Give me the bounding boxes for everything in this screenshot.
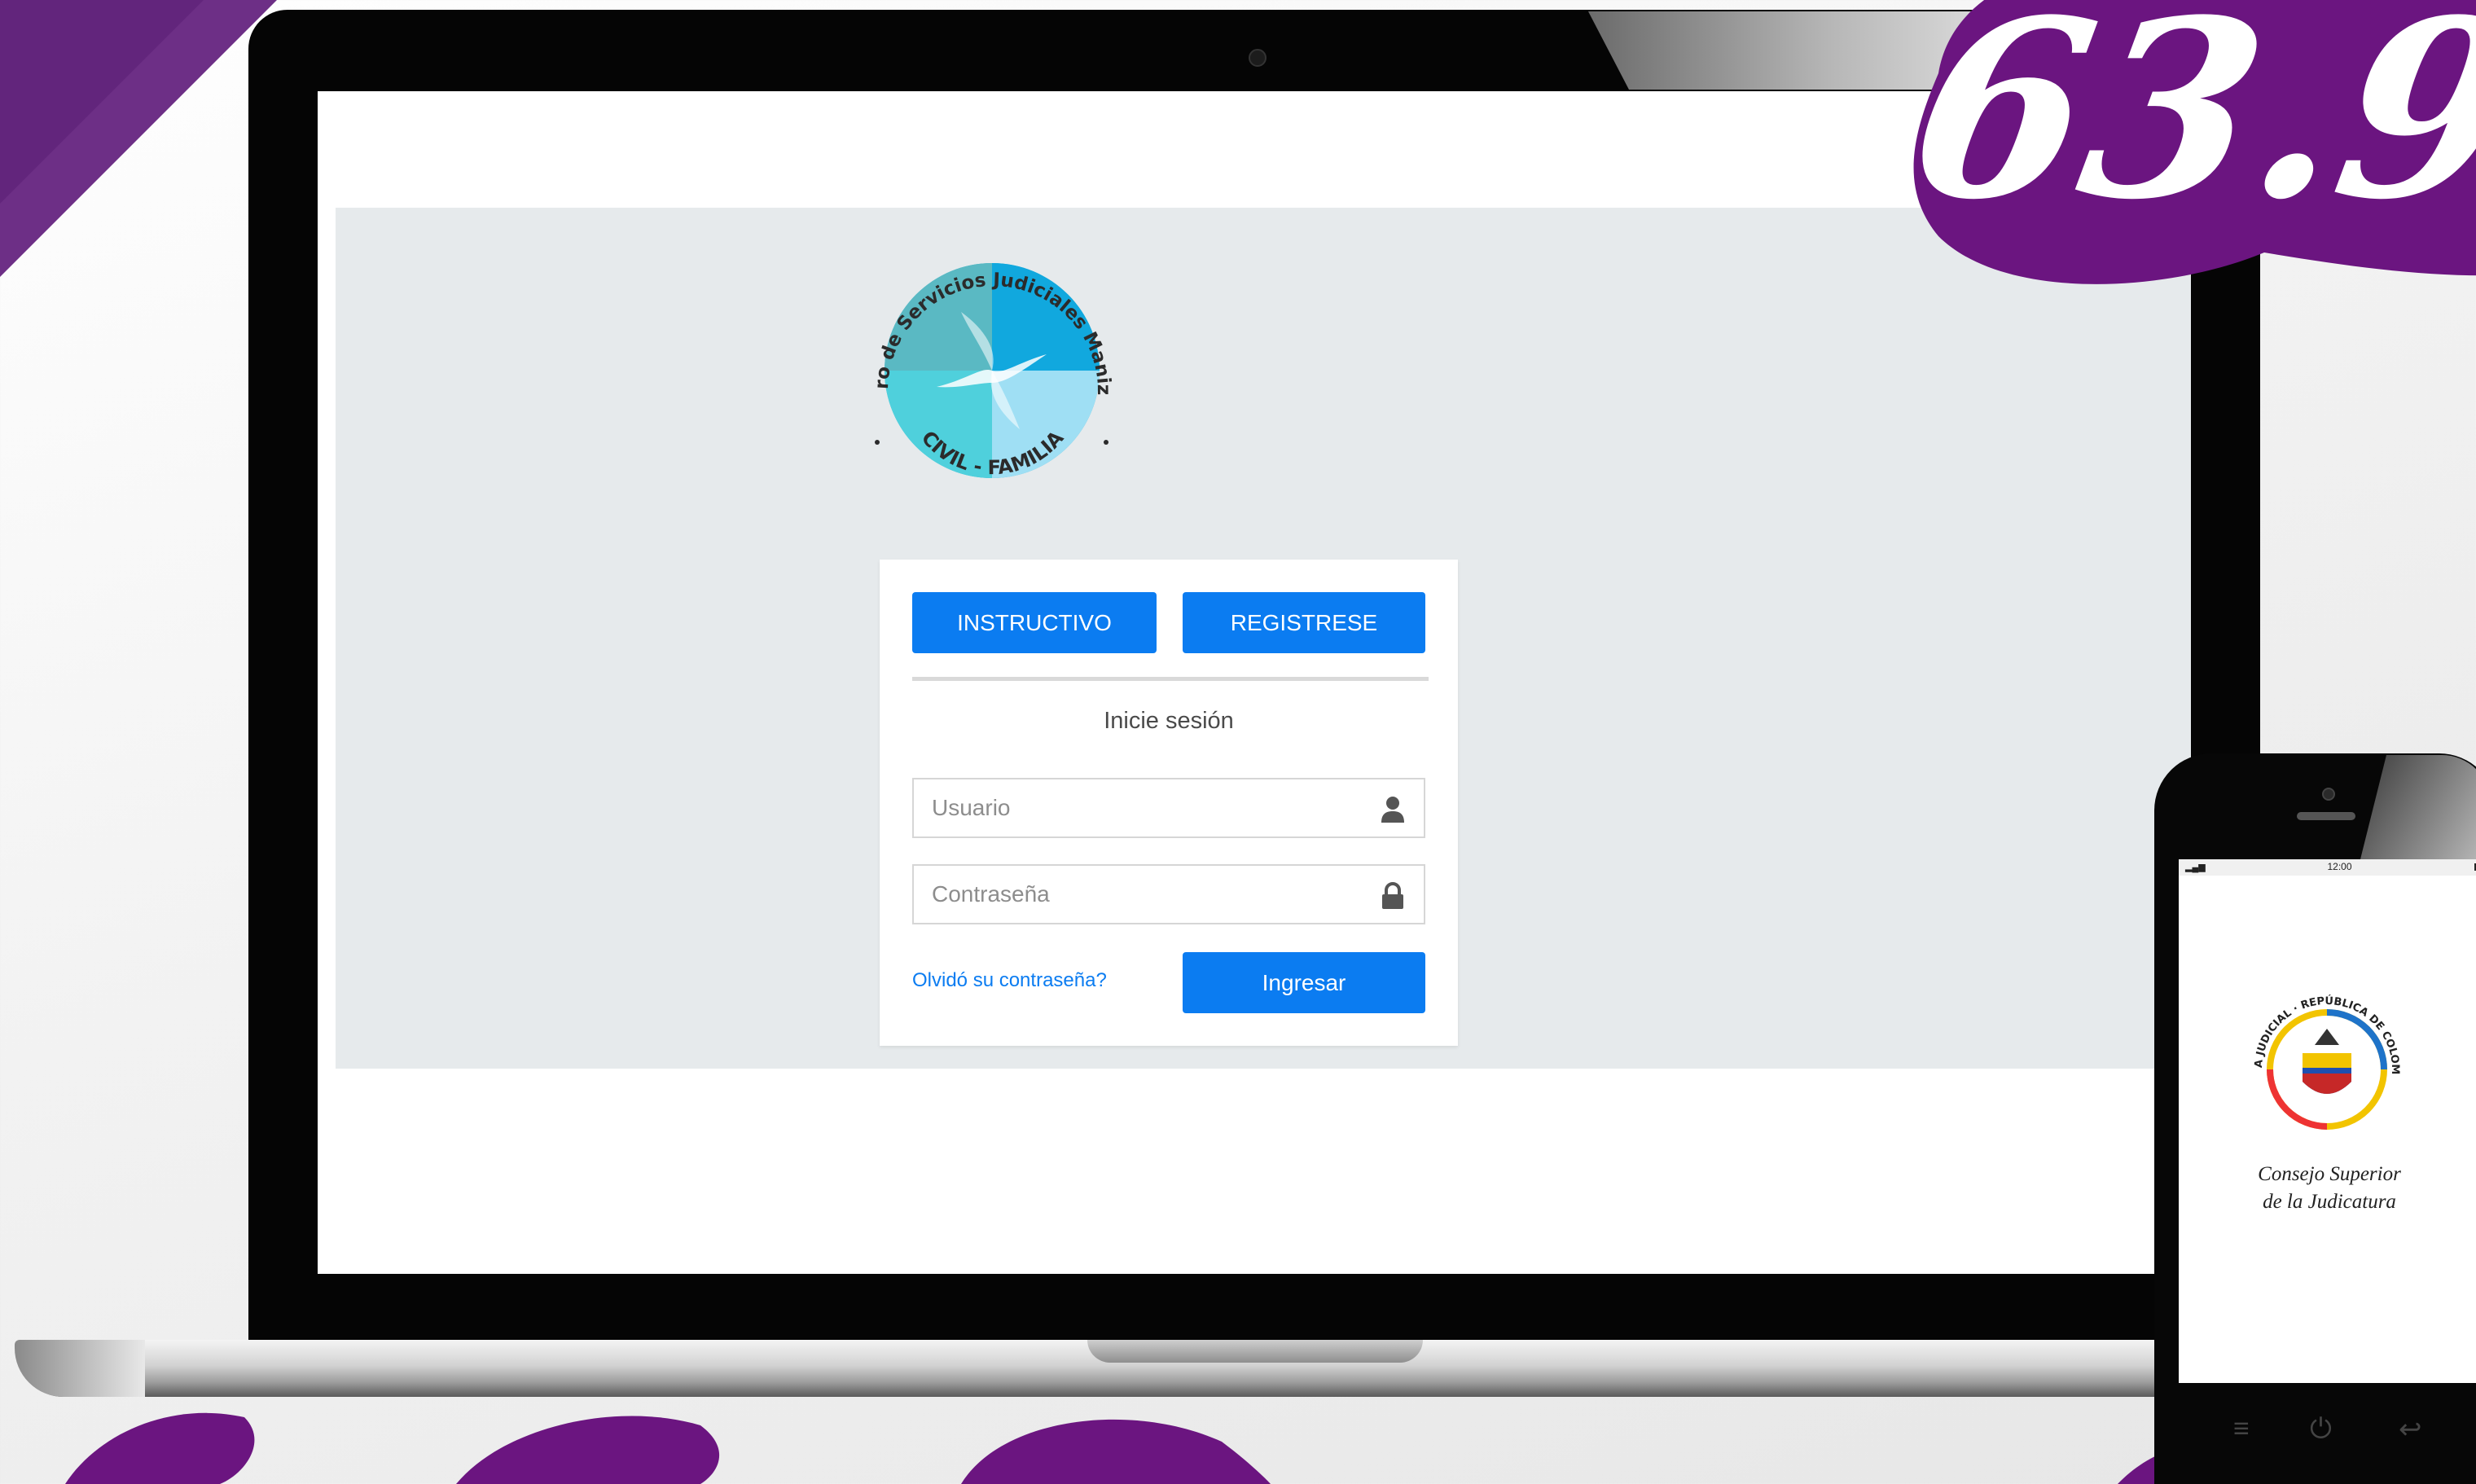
phone-camera [2322, 788, 2335, 801]
org-line-2: de la Judicatura [2263, 1191, 2396, 1213]
power-icon[interactable]: ⏻ [2310, 1413, 2332, 1445]
laptop-hinge-notch [1087, 1340, 1423, 1363]
org-line-1: Consejo Superior [2258, 1163, 2401, 1185]
court-seal-logo: Centro de Servicios Judiciales Manizales… [839, 216, 1114, 479]
promo-number-badge: 63.9 [1893, 0, 2476, 284]
phone-status-bar: ▂▄▆ 12:00 [2179, 859, 2476, 876]
ingresar-button[interactable]: Ingresar [1183, 952, 1425, 1013]
password-field-wrapper [912, 864, 1425, 924]
username-input[interactable] [914, 779, 1373, 836]
laptop-camera [1249, 49, 1267, 67]
promo-number-text: 63.9 [1893, 0, 2476, 253]
phone-org-name: Consejo Superior de la Judicatura [2191, 1161, 2468, 1216]
login-card: INSTRUCTIVO REGISTRESE Inicie sesión Olv… [880, 560, 1458, 1046]
rama-judicial-crest: RAMA JUDICIAL · REPÚBLICA DE COLOMBIA [2246, 988, 2401, 1130]
instructivo-button[interactable]: INSTRUCTIVO [912, 592, 1157, 653]
phone-clock: 12:00 [2327, 861, 2352, 872]
forgot-password-link[interactable]: Olvidó su contraseña? [912, 969, 1107, 992]
username-field-wrapper [912, 778, 1425, 838]
lock-icon [1382, 882, 1403, 909]
divider [912, 677, 1429, 681]
registrese-button[interactable]: REGISTRESE [1183, 592, 1425, 653]
phone-speaker [2297, 812, 2355, 820]
menu-icon[interactable]: ≡ [2233, 1413, 2250, 1445]
user-icon [1381, 797, 1404, 823]
login-title: Inicie sesión [1104, 708, 1234, 734]
promo-bottom-decoration [65, 1412, 2476, 1484]
back-icon[interactable]: ↩ [2399, 1413, 2422, 1446]
corner-decoration-shade [0, 0, 204, 204]
password-input[interactable] [914, 866, 1373, 923]
